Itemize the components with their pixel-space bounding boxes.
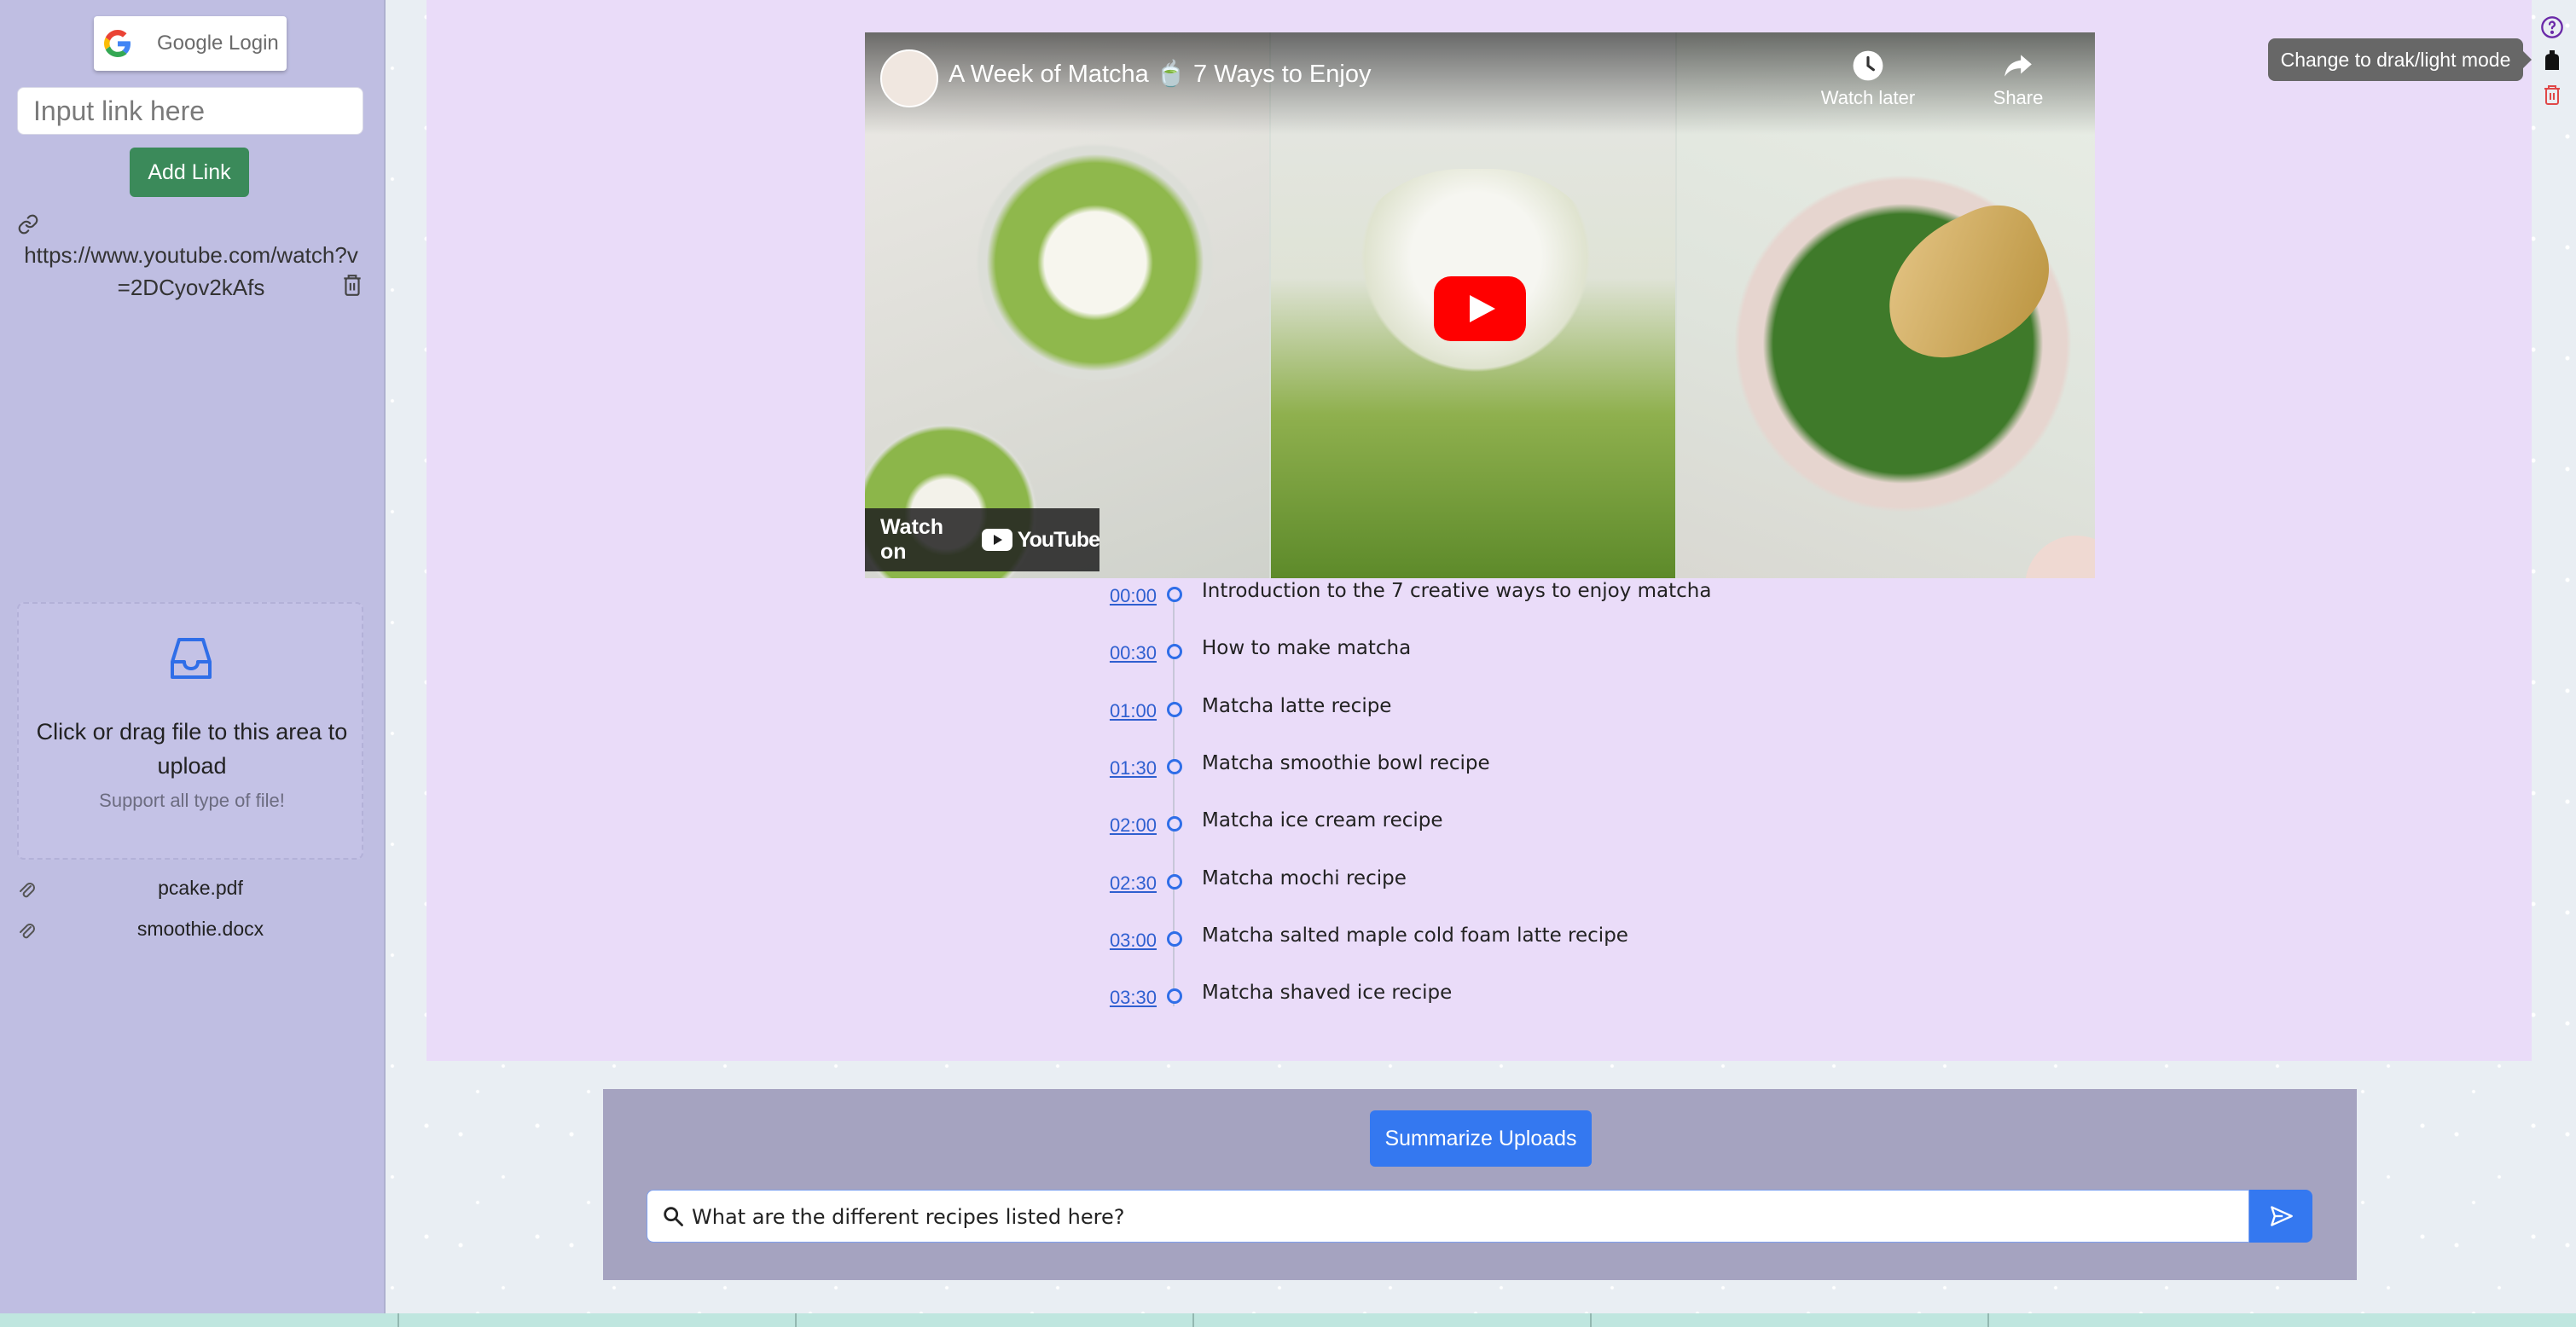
timeline-item: 01:00 Matcha latte recipe xyxy=(1075,695,1842,729)
timestamp-link[interactable]: 01:30 xyxy=(1075,757,1157,779)
paperclip-icon xyxy=(20,883,35,898)
delete-link-icon[interactable] xyxy=(341,273,363,297)
upload-hint: Support all type of file! xyxy=(99,790,285,811)
watch-later-label: Watch later xyxy=(1820,87,1916,108)
timeline-text: Matcha salted maple cold foam latte reci… xyxy=(1202,924,1628,947)
share-label: Share xyxy=(1993,87,2044,108)
timeline-dot xyxy=(1167,644,1182,659)
theme-tooltip: Change to drak/light mode xyxy=(2268,38,2532,81)
timeline-text: Introduction to the 7 creative ways to e… xyxy=(1202,580,1712,602)
timestamp-link[interactable]: 00:30 xyxy=(1075,642,1157,664)
timeline-text: Matcha smoothie bowl recipe xyxy=(1202,752,1490,774)
clock-icon xyxy=(1853,50,1883,81)
timeline-item: 01:30 Matcha smoothie bowl recipe xyxy=(1075,752,1842,786)
timeline-text: Matcha latte recipe xyxy=(1202,695,1392,717)
share-icon xyxy=(2005,55,2032,77)
timeline-text: Matcha ice cream recipe xyxy=(1202,809,1443,832)
watch-later-button[interactable]: Watch later xyxy=(1808,49,1928,109)
file-item[interactable]: smoothie.docx xyxy=(17,914,367,948)
timeline-item: 03:30 Matcha shaved ice recipe xyxy=(1075,982,1842,1016)
summarize-uploads-button[interactable]: Summarize Uploads xyxy=(1370,1110,1592,1167)
timestamp-link[interactable]: 02:00 xyxy=(1075,814,1157,837)
file-name: smoothie.docx xyxy=(136,918,264,940)
video-title[interactable]: A Week of Matcha 🍵 7 Ways to Enjoy xyxy=(949,60,1371,89)
timeline-dot xyxy=(1167,874,1182,889)
file-name: pcake.pdf xyxy=(158,877,243,899)
file-upload-dropzone[interactable]: Click or drag file to this area to uploa… xyxy=(17,602,363,860)
query-input[interactable] xyxy=(690,1197,2229,1237)
timeline-item: 02:30 Matcha mochi recipe xyxy=(1075,867,1842,901)
timeline-item: 00:30 How to make matcha xyxy=(1075,637,1842,671)
channel-avatar[interactable] xyxy=(880,49,938,107)
upload-instruction: Click or drag file to this area to uploa… xyxy=(36,719,348,779)
link-item-url[interactable]: https://www.youtube.com/watch?v=2DCyov2k… xyxy=(20,239,362,304)
youtube-video-embed[interactable]: A Week of Matcha 🍵 7 Ways to Enjoy Watch… xyxy=(865,32,2095,578)
query-field[interactable] xyxy=(647,1190,2249,1243)
youtube-logo: YouTube xyxy=(981,527,1100,553)
timeline-dot xyxy=(1167,816,1182,832)
send-icon xyxy=(2271,1206,2293,1226)
timeline-item: 03:00 Matcha salted maple cold foam latt… xyxy=(1075,924,1842,959)
timeline-dot xyxy=(1167,988,1182,1004)
google-login-button[interactable]: Google Login xyxy=(94,16,287,71)
link-input[interactable] xyxy=(17,87,363,135)
timestamp-link[interactable]: 01:00 xyxy=(1075,700,1157,722)
help-icon[interactable] xyxy=(2540,15,2564,39)
sidebar: Google Login Add Link https://www.youtub… xyxy=(0,0,386,1313)
file-item[interactable]: pcake.pdf xyxy=(17,873,367,907)
timeline-text: Matcha mochi recipe xyxy=(1202,867,1407,889)
timeline-text: How to make matcha xyxy=(1202,637,1412,659)
google-login-label: Google Login xyxy=(157,32,279,55)
timestamp-link[interactable]: 03:00 xyxy=(1075,930,1157,952)
timestamp-link[interactable]: 00:00 xyxy=(1075,585,1157,607)
timestamp-link[interactable]: 02:30 xyxy=(1075,872,1157,895)
timestamp-link[interactable]: 03:30 xyxy=(1075,987,1157,1009)
inbox-icon xyxy=(171,638,212,679)
timeline-item: 02:00 Matcha ice cream recipe xyxy=(1075,809,1842,843)
youtube-play-icon xyxy=(981,529,1012,551)
google-icon xyxy=(104,30,131,57)
send-button[interactable] xyxy=(2249,1190,2312,1243)
paperclip-icon xyxy=(20,924,35,939)
watch-on-label: Watch on xyxy=(880,515,944,564)
link-icon xyxy=(18,214,38,235)
bottom-bar xyxy=(0,1313,2576,1327)
delete-all-icon[interactable] xyxy=(2542,84,2562,106)
timeline-text: Matcha shaved ice recipe xyxy=(1202,982,1453,1004)
add-link-button[interactable]: Add Link xyxy=(130,148,249,197)
timeline-dot xyxy=(1167,587,1182,602)
youtube-wordmark: YouTube xyxy=(1017,527,1100,552)
share-button[interactable]: Share xyxy=(1958,49,2078,109)
watch-on-youtube-button[interactable]: Watch on YouTube xyxy=(865,508,1100,571)
timeline-dot xyxy=(1167,759,1182,774)
video-timeline: 00:00 Introduction to the 7 creative way… xyxy=(1075,580,1842,1023)
timeline-dot xyxy=(1167,931,1182,947)
theme-toggle-icon[interactable] xyxy=(2542,49,2562,72)
timeline-dot xyxy=(1167,702,1182,717)
search-icon xyxy=(664,1207,683,1226)
chat-panel: Summarize Uploads xyxy=(603,1089,2357,1280)
play-button[interactable] xyxy=(1434,276,1526,341)
timeline-item: 00:00 Introduction to the 7 creative way… xyxy=(1075,580,1842,614)
